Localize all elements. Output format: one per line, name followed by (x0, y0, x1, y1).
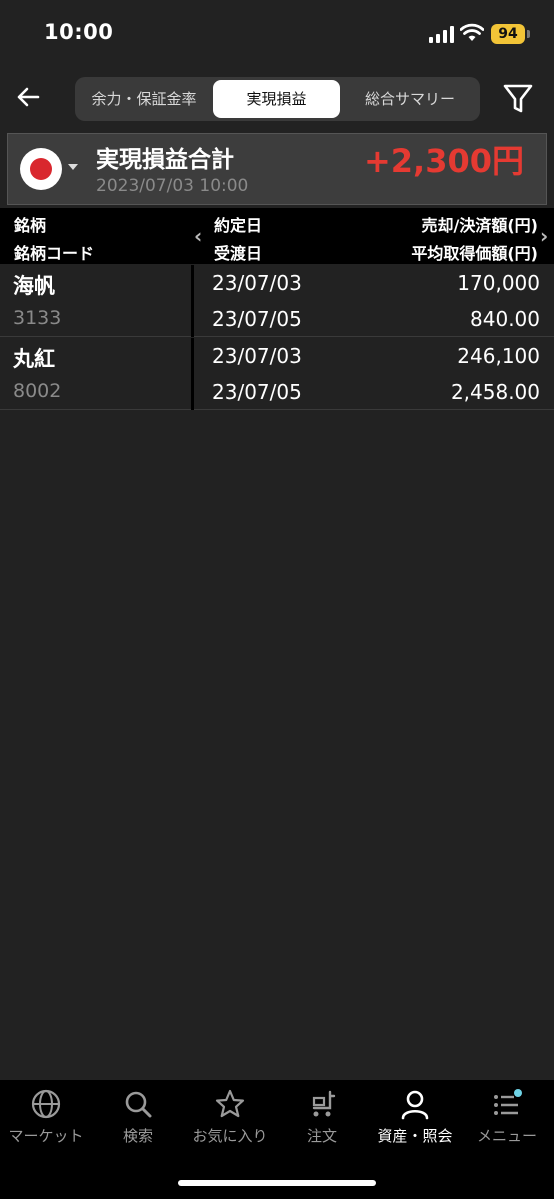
column-divider (191, 265, 194, 337)
notification-dot-icon (514, 1089, 522, 1097)
summary-date: 2023/07/03 10:00 (96, 176, 249, 196)
tab-label: 資産・照会 (377, 1127, 453, 1145)
back-arrow-icon[interactable] (10, 78, 48, 116)
app-screen: 10:00 94 余力・保証金率 実現損益 総合サマリー 実現損益合計 +2,3… (0, 0, 554, 1199)
col-header-amount: 売却/決済額(円) (421, 216, 538, 235)
home-indicator (178, 1180, 376, 1186)
tab-summary[interactable]: 総合サマリー (343, 80, 477, 118)
sale-amount: 246,100 (457, 344, 540, 368)
chevron-right-icon[interactable]: › (540, 226, 554, 246)
table-header: 銘柄 銘柄コード ‹ 約定日 受渡日 売却/決済額(円) 平均取得価額(円) › (0, 208, 554, 264)
summary-total: +2,300円 (363, 142, 524, 180)
tab-label: メニュー (476, 1127, 537, 1145)
tab-label: 検索 (122, 1127, 153, 1145)
tab-label: 注文 (306, 1127, 337, 1145)
tab-menu[interactable]: メニュー (461, 1088, 553, 1152)
chevron-left-icon[interactable]: ‹ (194, 226, 208, 246)
tab-label: お気に入り (192, 1127, 268, 1145)
settle-date: 23/07/05 (212, 307, 302, 331)
col-header-code: 銘柄コード (14, 244, 95, 263)
tab-label: マーケット (8, 1127, 84, 1145)
person-icon (401, 1090, 429, 1120)
settle-date: 23/07/05 (212, 380, 302, 404)
battery-icon: 94 (491, 24, 525, 44)
col-header-avg-price: 平均取得価額(円) (411, 244, 538, 263)
table-row[interactable]: 海帆 3133 23/07/03 23/07/05 170,000 840.00 (0, 265, 554, 337)
cellular-signal-icon (429, 26, 455, 43)
tab-order[interactable]: 注文 (276, 1088, 368, 1152)
stock-code: 8002 (13, 380, 62, 402)
status-bar: 10:00 94 (0, 0, 554, 70)
tab-realized-pl[interactable]: 実現損益 (213, 80, 340, 118)
tab-market[interactable]: マーケット (0, 1088, 92, 1152)
avg-price: 2,458.00 (450, 380, 540, 404)
japan-flag-icon[interactable] (20, 148, 62, 190)
filter-icon[interactable] (498, 78, 538, 118)
segmented-control: 余力・保証金率 実現損益 総合サマリー (75, 77, 480, 121)
header: 余力・保証金率 実現損益 総合サマリー (0, 70, 554, 130)
avg-price: 840.00 (470, 307, 540, 331)
sale-amount: 170,000 (457, 271, 540, 295)
chevron-down-icon[interactable] (68, 164, 78, 170)
battery-nub (527, 30, 530, 38)
tab-margin[interactable]: 余力・保証金率 (78, 80, 210, 118)
stock-code: 3133 (13, 307, 62, 329)
trade-date: 23/07/03 (212, 344, 302, 368)
tab-favorites[interactable]: お気に入り (184, 1088, 276, 1152)
trade-date: 23/07/03 (212, 271, 302, 295)
wifi-icon (460, 23, 484, 41)
table-row[interactable]: 丸紅 8002 23/07/03 23/07/05 246,100 2,458.… (0, 338, 554, 410)
list-icon (494, 1089, 522, 1115)
search-icon (125, 1091, 152, 1118)
cart-icon (312, 1090, 336, 1117)
col-header-trade-date: 約定日 (214, 216, 263, 235)
tab-assets[interactable]: 資産・照会 (369, 1088, 461, 1152)
column-divider (191, 338, 194, 410)
stock-name: 海帆 (13, 274, 55, 298)
col-header-name: 銘柄 (14, 216, 47, 235)
summary-title: 実現損益合計 (96, 147, 234, 173)
status-time: 10:00 (44, 20, 114, 44)
globe-icon (31, 1089, 61, 1119)
tab-search[interactable]: 検索 (92, 1088, 184, 1152)
col-header-settle-date: 受渡日 (214, 244, 263, 263)
realized-pl-summary: 実現損益合計 +2,300円 2023/07/03 10:00 (7, 133, 547, 205)
star-icon (215, 1089, 245, 1118)
stock-name: 丸紅 (13, 347, 55, 371)
